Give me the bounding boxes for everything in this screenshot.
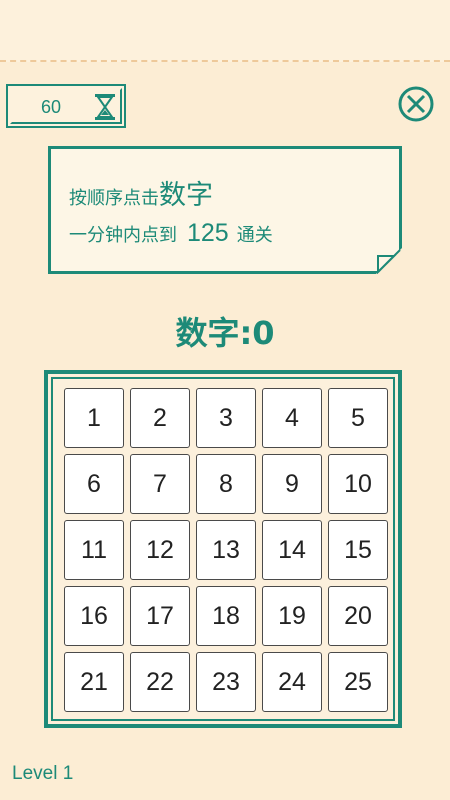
score-display: 数字:0 [175,314,275,352]
goal-suffix: 通关 [236,225,273,246]
number-cell[interactable]: 7 [130,454,190,514]
goal-prefix: 一分钟内点到 [69,225,177,246]
number-cell[interactable]: 8 [196,454,256,514]
number-cell[interactable]: 12 [130,520,190,580]
number-cell[interactable]: 6 [64,454,124,514]
number-cell[interactable]: 20 [328,586,388,646]
instruction-emphasis: 数字 [159,180,213,211]
number-cell[interactable]: 9 [262,454,322,514]
level-label: Level 1 [12,763,74,784]
number-cell[interactable]: 16 [64,586,124,646]
folded-corner [376,248,402,274]
instruction-prefix: 按顺序点击 [69,188,159,209]
timer-value: 60 [41,97,62,117]
number-cell[interactable]: 1 [64,388,124,448]
hourglass-icon [95,94,115,120]
timer-display: 60 [6,84,126,128]
number-grid: 1 2 3 4 5 6 7 8 9 10 11 12 13 14 15 16 17 18 19 20 21 22 23 24 2… [64,388,388,712]
number-cell[interactable]: 17 [130,586,190,646]
number-cell[interactable]: 11 [64,520,124,580]
instruction-line-2: 一分钟内点到 125 通关 [69,219,273,248]
number-cell[interactable]: 3 [196,388,256,448]
number-cell[interactable]: 13 [196,520,256,580]
number-cell[interactable]: 24 [262,652,322,712]
number-cell[interactable]: 4 [262,388,322,448]
number-cell[interactable]: 15 [328,520,388,580]
close-icon[interactable] [396,84,436,124]
number-cell[interactable]: 14 [262,520,322,580]
number-cell[interactable]: 5 [328,388,388,448]
number-cell[interactable]: 19 [262,586,322,646]
number-cell[interactable]: 2 [130,388,190,448]
number-cell[interactable]: 10 [328,454,388,514]
instruction-card: 按顺序点击数字 一分钟内点到 125 通关 [48,146,402,274]
instruction-line-1: 按顺序点击数字 [69,173,213,212]
number-cell[interactable]: 25 [328,652,388,712]
game-board: 1 2 3 4 5 6 7 8 9 10 11 12 13 14 15 16 17 18 19 20 21 22 23 24 2… [44,370,402,728]
number-cell[interactable]: 23 [196,652,256,712]
number-cell[interactable]: 21 [64,652,124,712]
number-cell[interactable]: 18 [196,586,256,646]
number-cell[interactable]: 22 [130,652,190,712]
goal-target: 125 [187,219,229,247]
top-banner [0,0,450,62]
